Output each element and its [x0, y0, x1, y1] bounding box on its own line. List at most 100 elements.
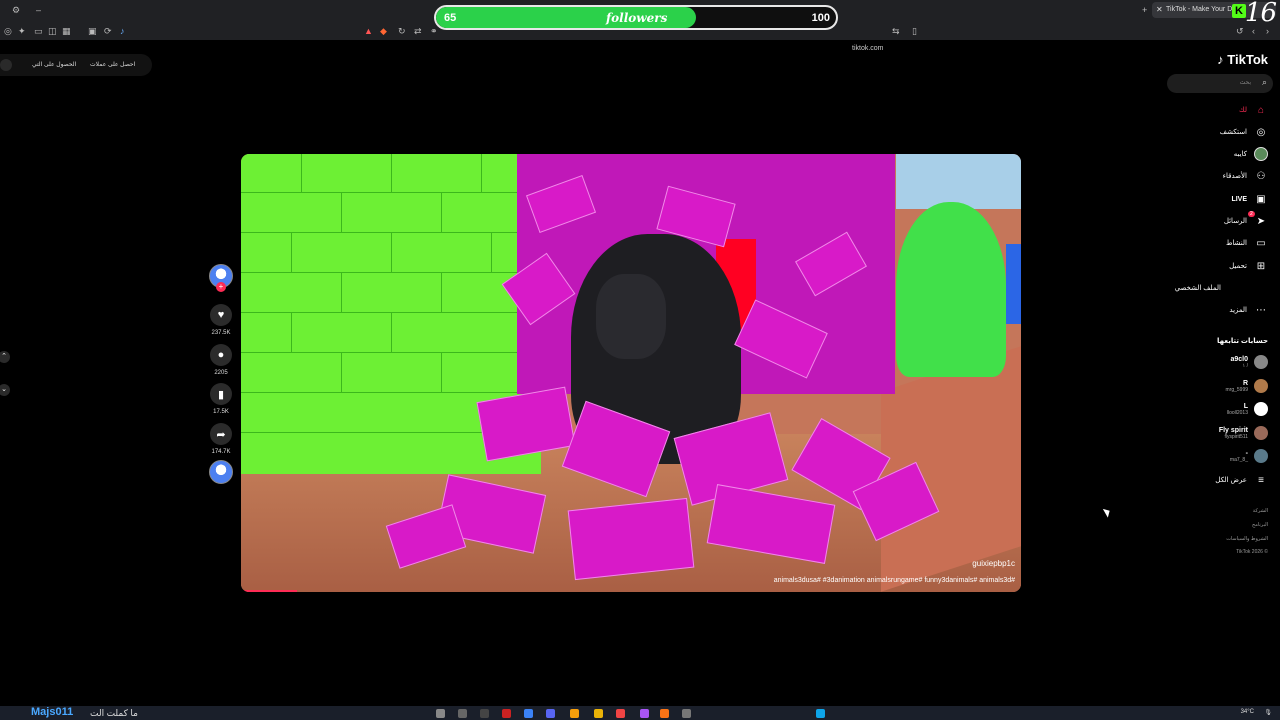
sidebar-item-activity[interactable]: النشاط ▭ — [1226, 236, 1268, 250]
history-icon[interactable]: ↺ — [1236, 26, 1244, 36]
following-account[interactable]: a9cl0 ١ / — [1230, 355, 1268, 369]
brave-shield-icon[interactable]: ◆ — [380, 26, 387, 36]
tab-title: TikTok - Make Your Day — [1166, 6, 1240, 13]
sidebar-item-friends[interactable]: الأصدقاء ⚇ — [1223, 169, 1268, 183]
previous-video-button[interactable]: ⌃ — [0, 351, 10, 363]
following-account[interactable]: Rmrg_5999 — [1225, 379, 1268, 393]
video-author[interactable]: guixiepbp1c — [972, 559, 1015, 568]
comment-button[interactable]: ● 2205 — [205, 344, 237, 376]
banner-toggle[interactable] — [0, 59, 12, 71]
sidebar-item-for-you[interactable]: لك ⌂ — [1239, 103, 1268, 117]
extension-icon[interactable]: ✦ — [18, 26, 26, 36]
footer-link-terms[interactable]: الشروط والسياسات — [1226, 536, 1268, 542]
browser-menu-icon[interactable]: ⚙ — [12, 5, 20, 15]
wallet-icon[interactable]: ▣ — [88, 26, 97, 36]
avatar — [1254, 426, 1268, 440]
search-icon[interactable]: ⌕ — [1262, 77, 1267, 88]
see-all-following-button[interactable]: عرض الكل ≡ — [1215, 473, 1268, 487]
following-account[interactable]: Lllooll2013 — [1227, 402, 1268, 416]
like-button[interactable]: ♥ 237.5K — [205, 304, 237, 336]
avatar — [1254, 379, 1268, 393]
list-icon: ≡ — [1258, 474, 1264, 486]
microphone-icon[interactable]: 🎙 — [1264, 709, 1272, 716]
music-disc-icon[interactable] — [209, 460, 233, 484]
window-icon[interactable]: ▭ — [34, 26, 43, 36]
warning-icon[interactable]: ▲ — [364, 26, 373, 36]
taskbar-app-icon[interactable] — [570, 709, 579, 718]
avatar — [1254, 402, 1268, 416]
taskbar-app-icon[interactable] — [502, 709, 511, 718]
taskbar-app-icon[interactable] — [594, 709, 603, 718]
sidebar-item-live[interactable]: LIVE ▣ — [1231, 192, 1268, 206]
bookmark-icon[interactable]: ▯ — [912, 26, 917, 36]
mouse-cursor — [1102, 506, 1113, 518]
bookmark-icon[interactable]: ▮ — [210, 383, 232, 405]
footer-link-program[interactable]: البرنامج — [1252, 522, 1268, 528]
account-handle: flyspirit511 — [1224, 433, 1248, 440]
close-tab-icon[interactable]: ✕ — [1156, 5, 1163, 14]
following-account[interactable]: Fly spirit flyspirit511 — [1219, 426, 1268, 440]
comment-icon[interactable]: ● — [210, 344, 232, 366]
followers-goal-bar: 65 followers 100 — [434, 5, 838, 30]
sidebar-item-label: كايبه — [1233, 151, 1247, 158]
taskbar-app-icon[interactable] — [546, 709, 555, 718]
account-name: - — [1245, 449, 1248, 457]
message-icon: ➤ 2 — [1248, 210, 1266, 227]
reload-icon[interactable]: ↻ — [398, 26, 406, 36]
sound-avatar[interactable] — [205, 460, 237, 484]
account-name: Fly spirit — [1218, 426, 1248, 434]
minimize-icon[interactable]: – — [36, 5, 41, 15]
new-tab-icon[interactable]: + — [1142, 5, 1147, 15]
sidebar-item-profile[interactable]: الملف الشخصي — [1175, 281, 1268, 295]
follow-plus-icon[interactable]: + — [216, 282, 226, 292]
sidebar-item-more[interactable]: المزيد ⋯ — [1229, 303, 1268, 317]
creator-avatar[interactable]: + — [205, 264, 237, 292]
messages-badge: 2 — [1248, 210, 1255, 217]
next-video-button[interactable]: ⌄ — [0, 384, 10, 396]
refresh-ext-icon[interactable]: ⟳ — [104, 26, 112, 36]
taskbar-app-icon[interactable] — [682, 709, 691, 718]
sidebar-icon[interactable]: ◫ — [48, 26, 57, 36]
footer-copyright: TikTok 2026 © — [1236, 549, 1268, 555]
share-arrow-icon[interactable]: ➦ — [210, 423, 232, 445]
taskbar-app-icon[interactable] — [616, 709, 625, 718]
save-count: 17.5K — [213, 409, 229, 415]
heart-icon[interactable]: ♥ — [210, 304, 232, 326]
following-account[interactable]: - ma7_8_ — [1230, 449, 1268, 463]
upload-icon: ⊞ — [1256, 260, 1266, 272]
friends-icon: ⚇ — [1256, 170, 1266, 182]
save-button[interactable]: ▮ 17.5K — [205, 383, 237, 415]
taskbar-app-icon[interactable] — [524, 709, 533, 718]
video-player[interactable]: guixiepbp1c animals3dusa# #3danimation a… — [241, 154, 1021, 592]
windows-start-icon[interactable] — [816, 709, 825, 718]
taskbar-app-icon[interactable] — [436, 709, 445, 718]
sidebar-item-messages[interactable]: الرسائل ➤ 2 — [1224, 210, 1268, 228]
share-button[interactable]: ➦ 174.7K — [205, 423, 237, 455]
grid-icon[interactable]: ▦ — [62, 26, 71, 36]
os-taskbar: Majs011 ما كملت الت 34°C 🎙 — [0, 706, 1280, 720]
get-coins-banner[interactable]: الحصول على التي احصل على عملات — [0, 54, 152, 76]
share-icon[interactable]: ⇄ — [414, 26, 422, 36]
taskbar-app-icon[interactable] — [480, 709, 489, 718]
taskbar-app-icon[interactable] — [640, 709, 649, 718]
logo-text: TikTok — [1227, 52, 1268, 67]
shield-icon[interactable]: ◎ — [4, 26, 12, 36]
translate-icon[interactable]: ⇆ — [892, 26, 900, 36]
url-bar[interactable]: tiktok.com — [852, 45, 884, 52]
search-input[interactable]: بحث ⌕ — [1167, 74, 1273, 93]
sidebar-item-explore[interactable]: استكشف ◎ — [1220, 125, 1268, 139]
audio-icon[interactable]: ♪ — [120, 26, 125, 36]
tiktok-logo[interactable]: ♪ TikTok — [1217, 52, 1268, 67]
footer-link-company[interactable]: الشركة — [1253, 508, 1268, 514]
link-icon[interactable]: ⚭ — [430, 26, 438, 36]
avatar — [1254, 449, 1268, 463]
taskbar-app-icon[interactable] — [458, 709, 467, 718]
sidebar-item-following[interactable]: كايبه — [1234, 147, 1268, 161]
share-count: 174.7K — [211, 449, 231, 455]
banner-secondary-text: الحصول على التي — [32, 62, 77, 68]
video-progress-bar[interactable] — [241, 590, 297, 592]
followers-current: 65 — [444, 12, 457, 24]
followers-goal: 100 — [811, 12, 830, 24]
sidebar-item-upload[interactable]: تحميل ⊞ — [1229, 259, 1268, 273]
taskbar-app-icon[interactable] — [660, 709, 669, 718]
